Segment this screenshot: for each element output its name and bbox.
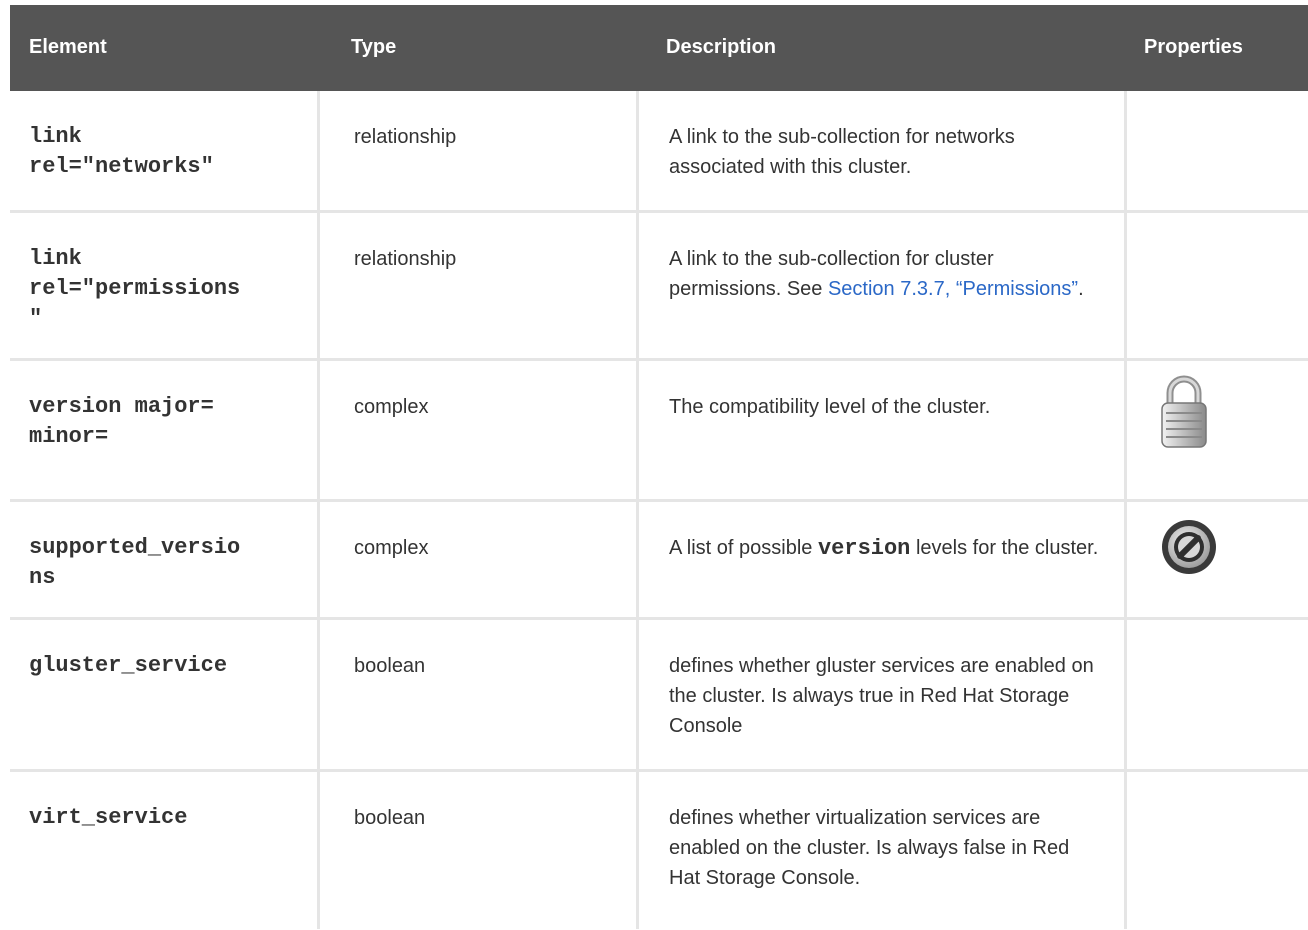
permissions-section-link[interactable]: Section 7.3.7, “Permissions” (828, 278, 1078, 300)
element-name-line: ns (29, 565, 56, 590)
description-cell: defines whether virtualization services … (636, 772, 1124, 929)
table-row: link rel="permissions " relationship A l… (10, 210, 1308, 358)
properties-cell (1124, 620, 1308, 769)
description-cell: A link to the sub-collection for network… (636, 91, 1124, 210)
element-cell: gluster_service (10, 620, 317, 769)
header-element: Element (29, 36, 107, 58)
element-name-line: version major= (29, 394, 214, 419)
element-name-line: virt_service (29, 805, 188, 830)
description-cell: The compatibility level of the cluster. (636, 361, 1124, 499)
properties-cell (1124, 361, 1308, 499)
element-name-line: rel="permissions (29, 276, 241, 301)
description-cell: defines whether gluster services are ena… (636, 620, 1124, 769)
header-properties: Properties (1144, 36, 1243, 58)
type-cell: boolean (317, 620, 636, 769)
properties-cell (1124, 213, 1308, 358)
description-text: levels for the cluster. (910, 537, 1099, 559)
description-text: . (1078, 278, 1084, 300)
header-type: Type (351, 36, 397, 58)
element-name-line: " (29, 306, 43, 331)
element-cell: link rel="permissions " (10, 213, 317, 358)
table-header: Element Type Description Properties (10, 5, 1308, 91)
table-row: link rel="networks" relationship A link … (10, 91, 1308, 210)
type-cell: relationship (317, 213, 636, 358)
header-description: Description (666, 36, 777, 58)
description-code: version (817, 536, 911, 561)
description-cell: A link to the sub-collection for cluster… (636, 213, 1124, 358)
element-cell: virt_service (10, 772, 317, 929)
type-cell: relationship (317, 91, 636, 210)
element-name-line: rel="networks" (29, 154, 214, 179)
lock-icon (1161, 375, 1207, 448)
properties-cell (1124, 772, 1308, 929)
element-name-line: link (29, 246, 82, 271)
table-row: supported_versio ns complex A list of po… (10, 499, 1308, 617)
element-name-line: link (29, 124, 82, 149)
element-cell: link rel="networks" (10, 91, 317, 210)
element-name-line: supported_versio (29, 535, 241, 560)
element-cell: version major= minor= (10, 361, 317, 499)
properties-cell (1124, 91, 1308, 210)
description-text: A list of possible (669, 537, 818, 559)
element-name-line: minor= (29, 424, 109, 449)
properties-cell (1124, 502, 1308, 617)
attributes-table: Element Type Description Properties link… (10, 5, 1308, 929)
table-row: version major= minor= complex The compat… (10, 358, 1308, 499)
no-entry-icon (1162, 520, 1216, 574)
type-cell: complex (317, 502, 636, 617)
element-name-line: gluster_service (29, 653, 228, 678)
element-cell: supported_versio ns (10, 502, 317, 617)
table-row: gluster_service boolean defines whether … (10, 617, 1308, 769)
type-cell: complex (317, 361, 636, 499)
table-row: virt_service boolean defines whether vir… (10, 769, 1308, 929)
type-cell: boolean (317, 772, 636, 929)
description-cell: A list of possible version levels for th… (636, 502, 1124, 617)
